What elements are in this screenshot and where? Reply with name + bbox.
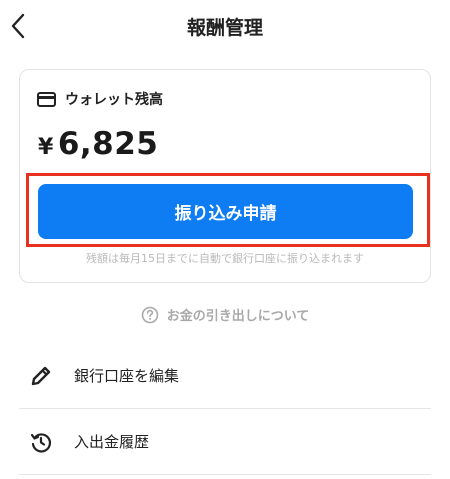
withdrawal-help-link[interactable]: お金の引き出しについて xyxy=(0,305,450,324)
credit-card-icon xyxy=(37,91,56,107)
wallet-card: ウォレット残高 ¥6,825 振り込み申請 残額は毎月15日までに自動で銀行口座… xyxy=(19,69,431,283)
pencil-icon xyxy=(26,364,56,388)
question-circle-icon xyxy=(141,306,158,323)
history-icon xyxy=(26,430,56,454)
wallet-label: ウォレット残高 xyxy=(65,92,163,108)
currency-symbol: ¥ xyxy=(38,135,54,160)
transfer-request-button[interactable]: 振り込み申請 xyxy=(38,184,413,239)
menu-item-transaction-history[interactable]: 入出金履歴 xyxy=(19,409,431,474)
balance-amount: 6,825 xyxy=(57,126,159,162)
menu-item-label: 入出金履歴 xyxy=(74,433,150,451)
wallet-balance: ¥6,825 xyxy=(38,126,158,162)
wallet-header: ウォレット残高 xyxy=(37,89,163,109)
transfer-request-label: 振り込み申請 xyxy=(174,204,277,224)
help-link-label: お金の引き出しについて xyxy=(166,309,310,324)
header-bar: 報酬管理 xyxy=(0,0,450,52)
menu-item-label: 銀行口座を編集 xyxy=(74,367,180,385)
payout-notice: 残額は毎月15日までに自動で銀行口座に振り込まれます xyxy=(86,252,364,265)
menu-item-edit-bank-account[interactable]: 銀行口座を編集 xyxy=(19,343,431,408)
divider xyxy=(19,474,431,475)
page-title: 報酬管理 xyxy=(186,17,263,39)
